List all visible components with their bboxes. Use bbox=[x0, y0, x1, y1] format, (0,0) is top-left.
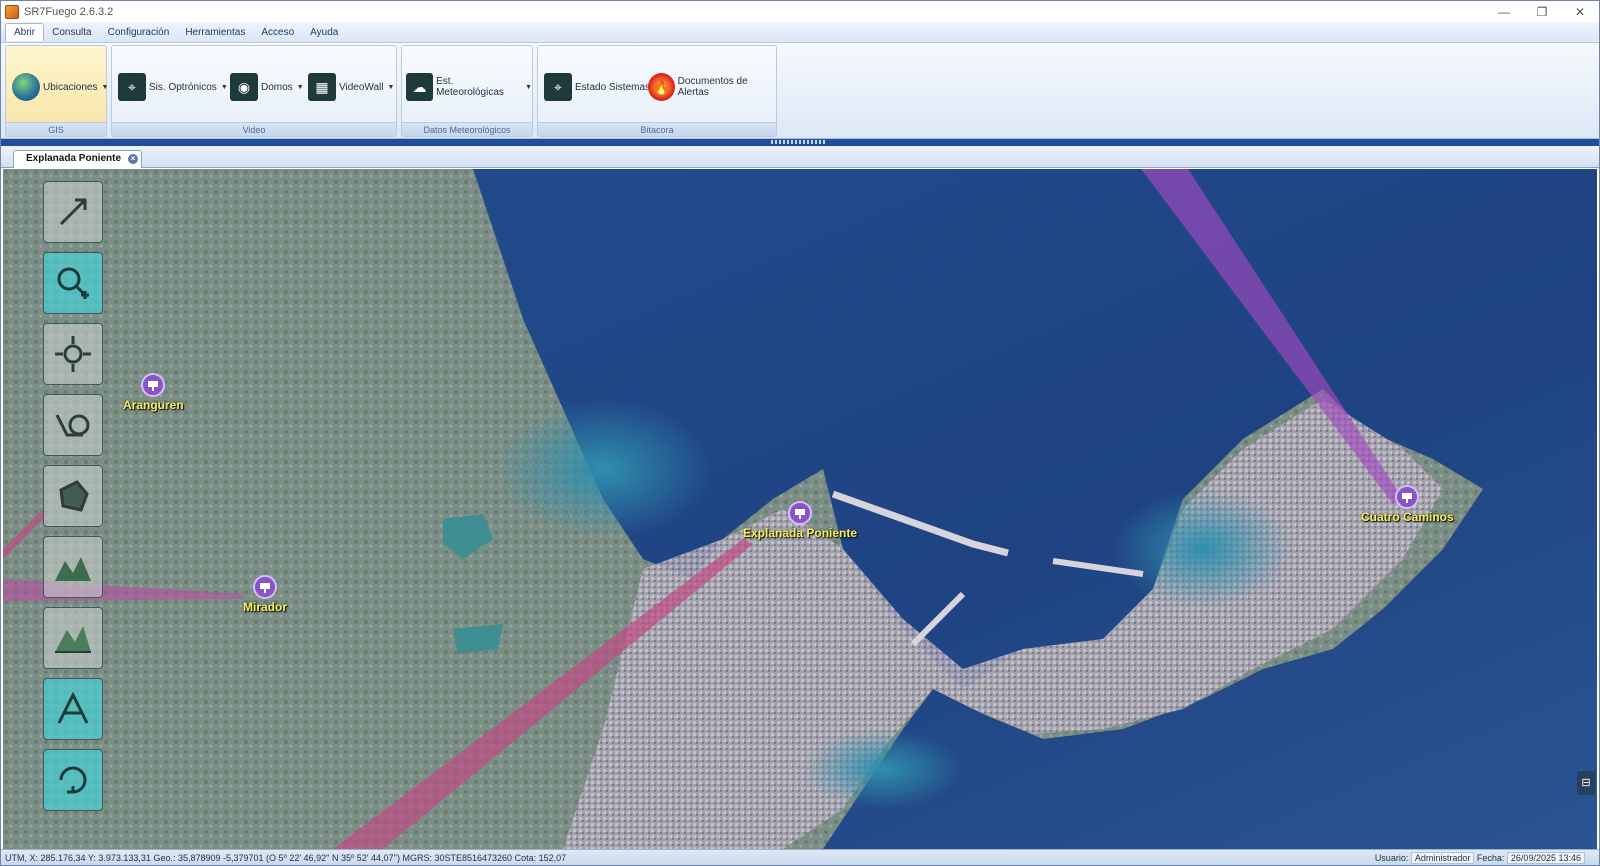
user-info: Usuario: Administrador Fecha: 26/09/2025… bbox=[1374, 851, 1599, 864]
est-meteorologicas-button[interactable]: ☁ Est. Meteorológicas ▼ bbox=[406, 70, 532, 104]
sis-optronicos-label: Sis. Optrónicos bbox=[149, 81, 217, 93]
estado-sistemas-label: Estado Sistemas bbox=[575, 81, 651, 93]
domos-label: Domos bbox=[261, 81, 293, 93]
domos-button[interactable]: ◉ Domos ▼ bbox=[230, 70, 304, 104]
map-view[interactable]: Aranguren Mirador Explanada Poniente Cua… bbox=[3, 169, 1597, 849]
pan-icon[interactable] bbox=[43, 323, 103, 385]
dome-camera-icon: ◉ bbox=[230, 73, 258, 101]
station-label: Explanada Poniente bbox=[743, 526, 858, 540]
weather-station-icon: ☁ bbox=[406, 73, 434, 101]
camera-station-icon bbox=[1395, 485, 1420, 509]
chevron-down-icon: ▼ bbox=[101, 83, 109, 91]
status-bar: UTM, X: 285.176,34 Y: 3.973.133,31 Geo.:… bbox=[1, 849, 1599, 865]
close-button[interactable]: ✕ bbox=[1561, 1, 1599, 22]
videowall-icon: ▦ bbox=[308, 73, 336, 101]
documentos-alertas-button[interactable]: 🔥 Documentos de Alertas bbox=[648, 70, 776, 104]
station-label: Aranguren bbox=[123, 398, 184, 412]
polygon-icon[interactable] bbox=[43, 465, 103, 527]
station-explanada-poniente[interactable]: Explanada Poniente bbox=[743, 501, 857, 540]
measure-icon[interactable] bbox=[43, 678, 103, 740]
window-controls: — ❐ ✕ bbox=[1485, 1, 1599, 22]
ribbon-group-bitacora: ⌖ Estado Sistemas 🔥 Documentos de Alerta… bbox=[537, 45, 777, 137]
videowall-label: VideoWall bbox=[339, 81, 384, 93]
station-mirador[interactable]: Mirador bbox=[243, 575, 287, 614]
group-label-bitacora: Bitacora bbox=[538, 122, 776, 136]
group-label-gis: GIS bbox=[6, 122, 106, 136]
station-label: Cuatro Caminos bbox=[1361, 510, 1454, 524]
window-title: SR7Fuego 2.6.3.2 bbox=[24, 5, 114, 18]
group-label-datos-meteorologicos: Datos Meteorológicos bbox=[402, 122, 532, 136]
ubicaciones-button[interactable]: Ubicaciones ▼ bbox=[12, 70, 108, 104]
menu-ayuda[interactable]: Ayuda bbox=[302, 24, 346, 41]
menu-herramientas[interactable]: Herramientas bbox=[177, 24, 253, 41]
minimize-button[interactable]: — bbox=[1485, 1, 1523, 22]
close-tab-icon[interactable]: × bbox=[128, 154, 139, 164]
zoom-in-icon[interactable] bbox=[43, 252, 103, 314]
group-label-video: Video bbox=[112, 122, 396, 136]
map-toolbar bbox=[43, 181, 107, 820]
tab-label: Explanada Poniente bbox=[26, 153, 122, 164]
menu-acceso[interactable]: Acceso bbox=[253, 24, 302, 41]
chevron-down-icon: ▼ bbox=[387, 83, 395, 91]
panel-toggle-icon[interactable]: ⊟ bbox=[1577, 771, 1595, 795]
coordinates-readout: UTM, X: 285.176,34 Y: 3.973.133,31 Geo.:… bbox=[5, 852, 567, 863]
station-cuatro-caminos[interactable]: Cuatro Caminos bbox=[1361, 485, 1454, 524]
estado-sistemas-button[interactable]: ⌖ Estado Sistemas bbox=[544, 70, 650, 104]
ribbon: Ubicaciones ▼ GIS ⌖ Sis. Optrónicos ▼ ◉ … bbox=[1, 43, 1599, 139]
app-window: SR7Fuego 2.6.3.2 — ❐ ✕ Abrir Consulta Co… bbox=[0, 0, 1600, 866]
restore-button[interactable]: ❐ bbox=[1523, 1, 1561, 22]
videowall-button[interactable]: ▦ VideoWall ▼ bbox=[308, 70, 394, 104]
documentos-alertas-label: Documentos de Alertas bbox=[677, 76, 748, 98]
menu-bar: Abrir Consulta Configuración Herramienta… bbox=[1, 22, 1599, 43]
menu-configuracion[interactable]: Configuración bbox=[100, 24, 178, 41]
rotate-icon[interactable] bbox=[43, 749, 103, 811]
sis-optronicos-button[interactable]: ⌖ Sis. Optrónicos ▼ bbox=[118, 70, 228, 104]
title-bar: SR7Fuego 2.6.3.2 — ❐ ✕ bbox=[1, 1, 1599, 22]
est-meteorologicas-label: Est. Meteorológicas bbox=[436, 76, 504, 98]
camera-station-icon bbox=[788, 501, 813, 525]
chevron-down-icon: ▼ bbox=[296, 83, 304, 91]
splitter-grip-icon[interactable] bbox=[771, 140, 827, 144]
optronic-camera-icon: ⌖ bbox=[118, 73, 146, 101]
station-label: Mirador bbox=[243, 600, 288, 614]
user-label: Usuario: bbox=[1374, 852, 1409, 863]
ribbon-group-gis: Ubicaciones ▼ GIS bbox=[5, 45, 108, 137]
ribbon-splitter[interactable] bbox=[1, 139, 1599, 146]
chevron-down-icon: ▼ bbox=[525, 83, 532, 91]
terrain-3d-icon[interactable] bbox=[43, 607, 103, 669]
menu-consulta[interactable]: Consulta bbox=[44, 24, 99, 41]
alert-documents-icon: 🔥 bbox=[648, 73, 675, 101]
date-label: Fecha: bbox=[1476, 852, 1505, 863]
chevron-down-icon: ▼ bbox=[220, 83, 228, 91]
ribbon-group-datos-meteorologicos: ☁ Est. Meteorológicas ▼ Datos Meteorológ… bbox=[401, 45, 533, 137]
terrain-icon[interactable] bbox=[43, 536, 103, 598]
menu-abrir[interactable]: Abrir bbox=[5, 23, 45, 41]
system-status-icon: ⌖ bbox=[544, 73, 572, 101]
user-value: Administrador bbox=[1410, 851, 1475, 864]
camera-station-icon bbox=[141, 373, 166, 397]
station-aranguren[interactable]: Aranguren bbox=[123, 373, 184, 412]
camera-view-icon[interactable] bbox=[43, 394, 103, 456]
app-logo-icon bbox=[5, 4, 19, 19]
globe-icon bbox=[12, 73, 40, 101]
date-value: 26/09/2025 13:46 bbox=[1506, 851, 1585, 864]
select-arrow-icon[interactable] bbox=[43, 181, 103, 243]
camera-station-icon bbox=[253, 575, 277, 599]
document-tab-bar: Explanada Poniente × bbox=[1, 146, 1599, 168]
ribbon-group-video: ⌖ Sis. Optrónicos ▼ ◉ Domos ▼ ▦ VideoWal… bbox=[111, 45, 397, 137]
tab-explanada-poniente[interactable]: Explanada Poniente × bbox=[13, 150, 143, 168]
ubicaciones-label: Ubicaciones bbox=[43, 81, 98, 93]
